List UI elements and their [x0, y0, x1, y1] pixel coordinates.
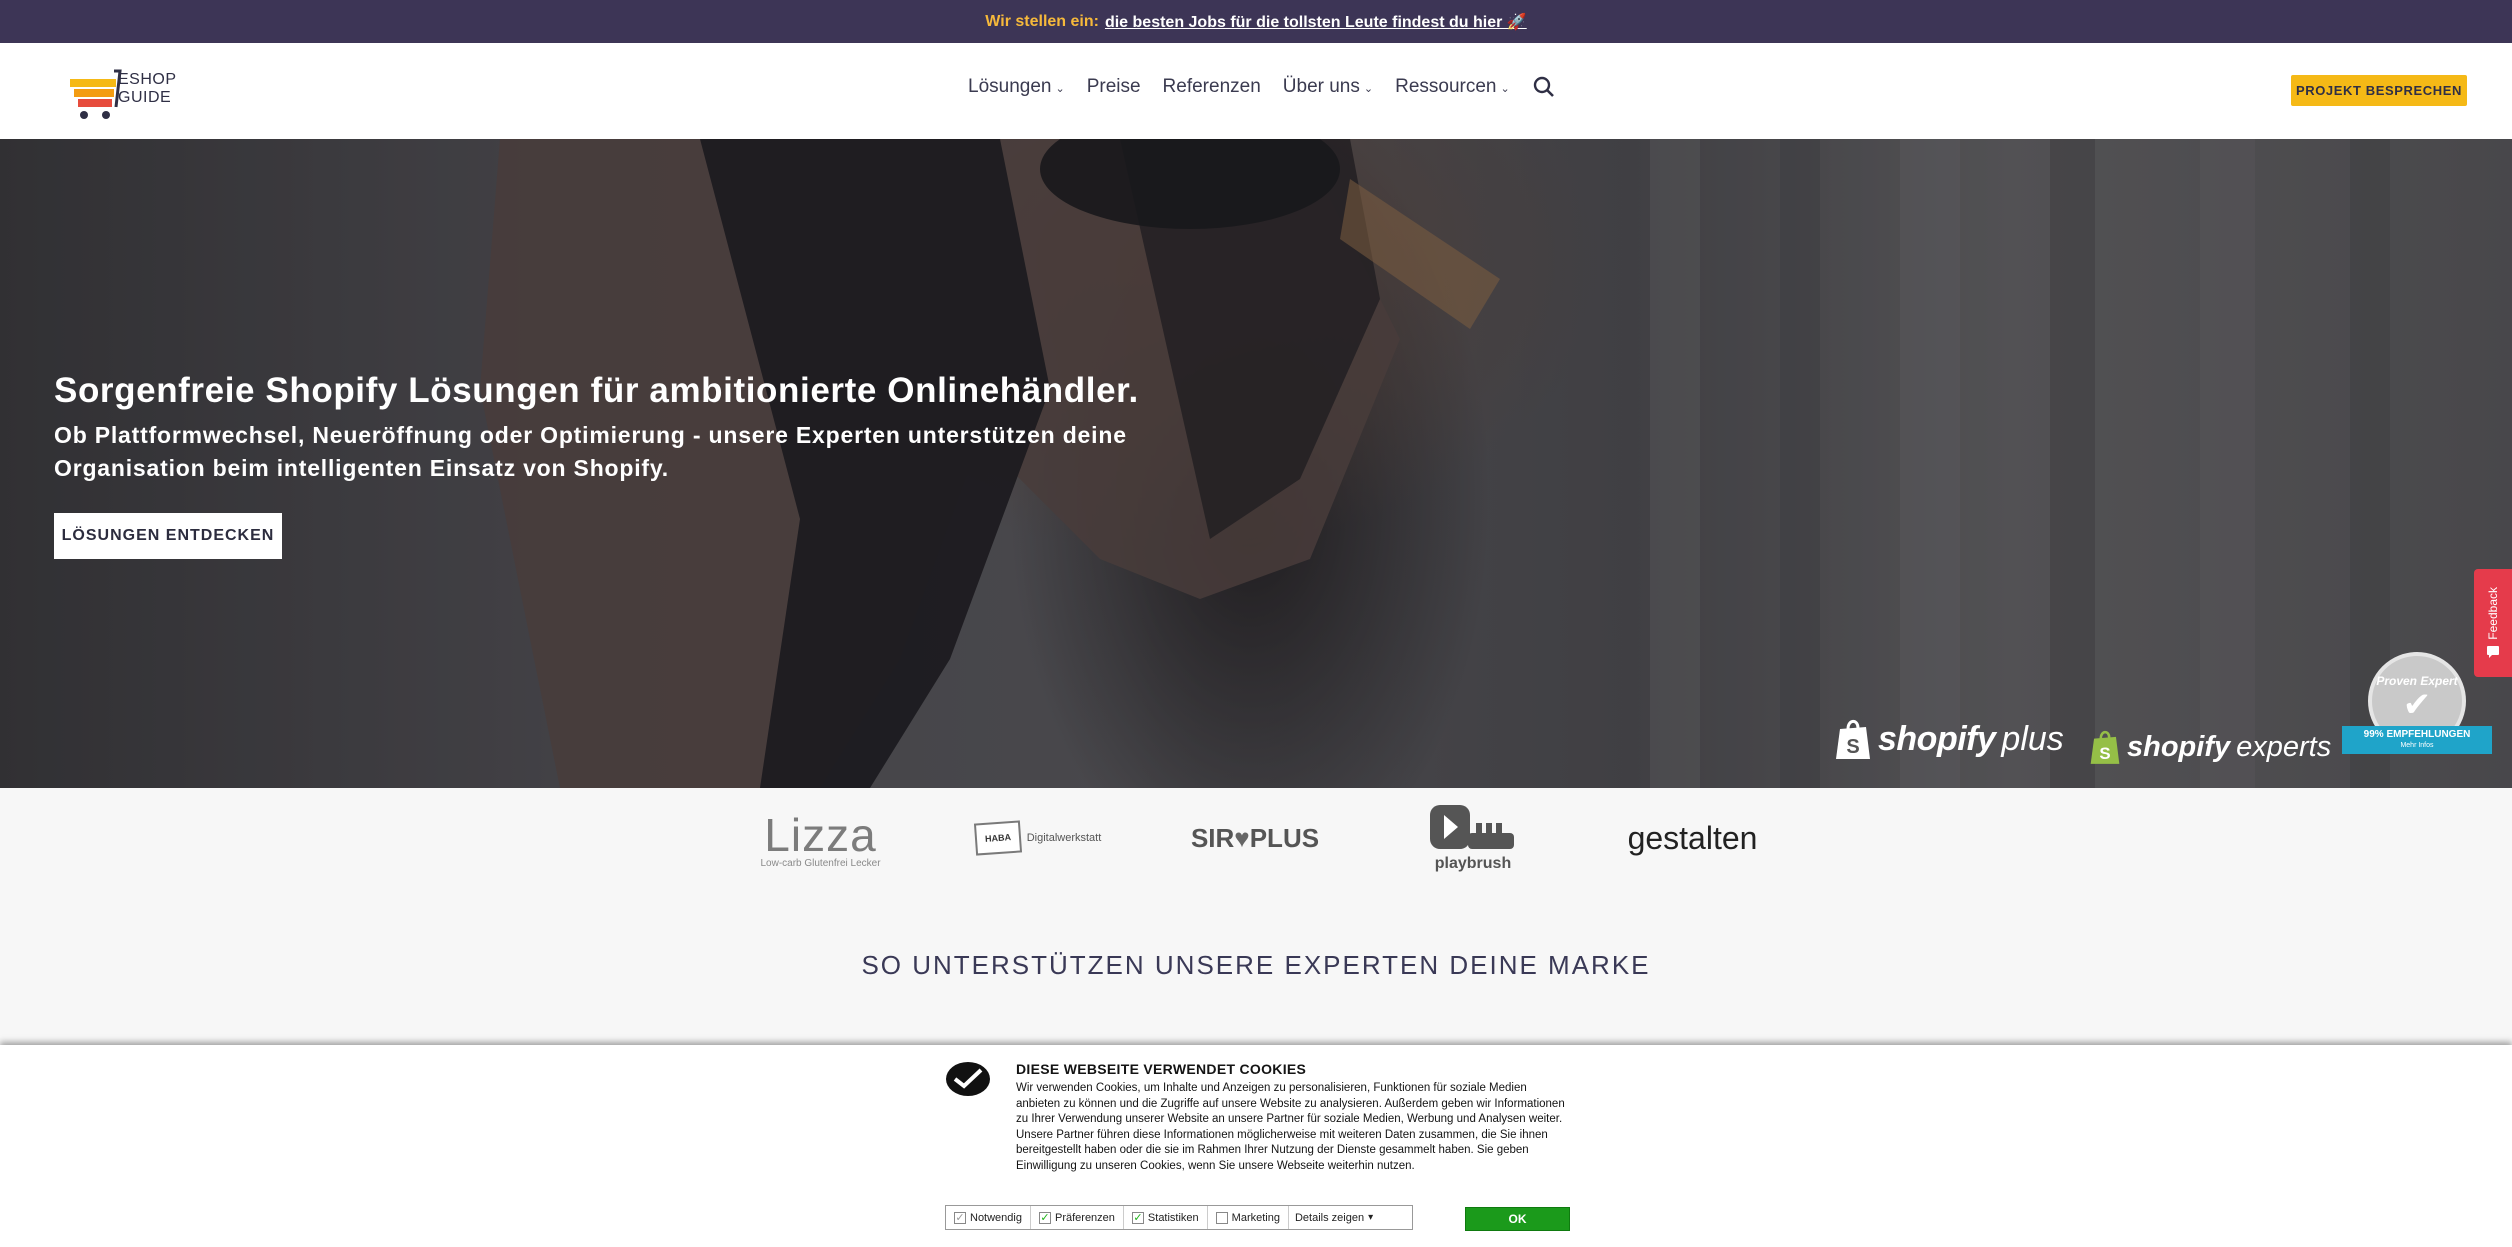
loesungen-entdecken-button[interactable]: LÖSUNGEN ENTDECKEN: [54, 513, 282, 559]
seal-more-info: Mehr Infos: [2400, 742, 2434, 749]
cookie-consent-icon: [946, 1062, 990, 1096]
search-icon[interactable]: [1532, 75, 1556, 99]
details-zeigen-toggle[interactable]: Details zeigen ▾: [1289, 1212, 1379, 1224]
shopify-plus-word: shopify: [1878, 719, 1996, 758]
cookie-ok-button[interactable]: OK: [1465, 1207, 1570, 1231]
option-praeferenzen[interactable]: ✓ Präferenzen: [1031, 1206, 1124, 1229]
nav-label: Preise: [1086, 76, 1141, 97]
shopify-experts-badge: S shopify experts: [2089, 728, 2331, 766]
cookie-banner: DIESE WEBSEITE VERWENDET COOKIES Wir ver…: [0, 1045, 2512, 1247]
chevron-down-icon: ⌄: [1500, 83, 1510, 95]
shopify-plus-suffix: plus: [2001, 719, 2064, 758]
nav-item-ressourcen[interactable]: Ressourcen ⌄: [1395, 76, 1510, 98]
sirplus-left: SIR: [1190, 822, 1235, 853]
lizza-logo: Lizza Low-carb Glutenfrei Lecker: [753, 788, 888, 888]
nav-label: Referenzen: [1162, 76, 1261, 97]
haba-text: Digitalwerkstatt: [1026, 832, 1102, 844]
announcement-lead: Wir stellen ein:: [985, 12, 1099, 30]
hero-title: Sorgenfreie Shopify Lösungen für ambitio…: [54, 371, 1139, 410]
shopify-plus-badge: S shopify plus: [1834, 717, 2064, 761]
lizza-name: Lizza: [764, 808, 877, 861]
playbrush-text: playbrush: [1434, 855, 1512, 872]
feedback-label: Feedback: [2486, 586, 2500, 640]
nav-label: Lösungen: [968, 76, 1052, 97]
cookie-title: DIESE WEBSEITE VERWENDET COOKIES: [1016, 1061, 1307, 1077]
eshop-guide-logo[interactable]: ESHOP GUIDE: [66, 63, 186, 121]
option-statistiken[interactable]: ✓ Statistiken: [1124, 1206, 1208, 1229]
nav-item-loesungen[interactable]: Lösungen ⌄: [968, 76, 1065, 98]
checkbox-checked[interactable]: ✓: [1038, 1211, 1051, 1224]
chevron-down-icon: ⌄: [1055, 83, 1065, 95]
haba-box: HABA: [973, 820, 1022, 856]
nav-item-preise[interactable]: Preise: [1087, 76, 1141, 98]
svg-text:S: S: [2099, 744, 2110, 763]
logo-line-2: GUIDE: [118, 89, 172, 106]
sirplus-right: PLUS: [1249, 822, 1320, 853]
site-header: ESHOP GUIDE Lösungen ⌄ Preise Referenzen…: [0, 43, 2512, 139]
hero-subtitle: Ob Plattformwechsel, Neueröffnung oder O…: [54, 422, 1127, 481]
client-logos: Lizza Low-carb Glutenfrei Lecker HABA Di…: [0, 788, 2512, 888]
jobs-link[interactable]: die besten Jobs für die tollsten Leute f…: [1105, 12, 1527, 32]
checkmark-icon: ✔: [2402, 686, 2432, 724]
shopify-experts-suffix: experts: [2236, 730, 2332, 763]
option-label: Präferenzen: [1054, 1211, 1115, 1224]
lizza-tagline: Low-carb Glutenfrei Lecker: [760, 857, 881, 869]
haba-logo: HABA Digitalwerkstatt: [973, 788, 1103, 888]
playbrush-icon: [1430, 805, 1514, 849]
gestalten-logo: gestalten: [1627, 819, 1758, 856]
playbrush-logo: playbrush: [1418, 788, 1528, 888]
announcement-bar: Wir stellen ein: die besten Jobs für die…: [0, 0, 2512, 43]
main-nav: Lösungen ⌄ Preise Referenzen Über uns ⌄ …: [968, 75, 1556, 99]
nav-label: Ressourcen: [1395, 76, 1497, 97]
svg-text:S: S: [1846, 736, 1859, 758]
sirplus-logo: SIR ♥ PLUS: [1191, 788, 1319, 888]
option-marketing[interactable]: Marketing: [1208, 1206, 1289, 1229]
seal-ribbon-text: 99% EMPFEHLUNGEN: [2363, 729, 2471, 740]
section-title: SO UNTERSTÜTZEN UNSERE EXPERTEN DEINE MA…: [861, 950, 1651, 980]
nav-item-ueber-uns[interactable]: Über uns ⌄: [1283, 76, 1373, 98]
shopify-experts-word: shopify: [2127, 730, 2231, 763]
proven-expert-seal[interactable]: Proven Expert ✔ 99% EMPFEHLUNGEN Mehr In…: [2342, 652, 2492, 762]
chat-icon: [2487, 646, 2499, 659]
cookie-options: ✓ Notwendig ✓ Präferenzen ✓ Statistiken …: [945, 1205, 1413, 1230]
option-notwendig[interactable]: ✓ Notwendig: [946, 1206, 1031, 1229]
hero-section: Sorgenfreie Shopify Lösungen für ambitio…: [0, 139, 2512, 788]
option-label: Statistiken: [1147, 1211, 1199, 1224]
feedback-tab[interactable]: Feedback: [2474, 569, 2512, 677]
checkbox-checked[interactable]: ✓: [1131, 1211, 1144, 1224]
heart-icon: ♥: [1234, 822, 1250, 853]
option-label: Notwendig: [970, 1211, 1022, 1224]
shopify-bag-green-icon: S: [2090, 730, 2120, 764]
details-label: Details zeigen: [1294, 1211, 1365, 1224]
nav-label: Über uns: [1282, 76, 1360, 97]
option-label: Marketing: [1231, 1211, 1280, 1224]
logo-wordmark: ESHOP GUIDE: [118, 71, 177, 107]
shopify-bag-icon: S: [1836, 719, 1870, 759]
logo-line-1: ESHOP: [118, 71, 177, 88]
seal-ribbon: 99% EMPFEHLUNGEN Mehr Infos: [2342, 726, 2492, 754]
checkbox-unchecked[interactable]: [1215, 1211, 1228, 1224]
nav-item-referenzen[interactable]: Referenzen: [1163, 76, 1261, 98]
chevron-down-icon: ⌄: [1363, 83, 1374, 95]
projekt-besprechen-button[interactable]: PROJEKT BESPRECHEN: [2291, 75, 2467, 106]
cart-logo-icon: [70, 69, 122, 119]
cookie-text: Wir verwenden Cookies, um Inhalte und An…: [1016, 1082, 1565, 1172]
chevron-down-icon: ▾: [1368, 1212, 1374, 1223]
checkbox-checked-disabled: ✓: [954, 1211, 966, 1224]
